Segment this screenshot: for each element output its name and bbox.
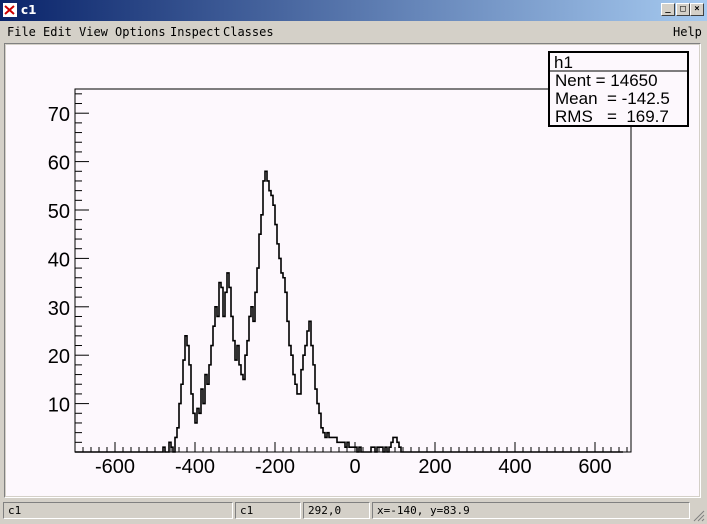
stats-box[interactable]: h1 Nent = 14650 Mean = -142.5 RMS = 169.… [548, 51, 689, 127]
status-canvas: c1 [235, 502, 301, 519]
histogram-plot: -600 -400 -200 0 200 400 600 10 20 30 40 50 60 70 h1… [48, 51, 689, 478]
histogram-line [75, 170, 623, 453]
x-tick-label: -600 [95, 456, 135, 478]
y-axis: 10 20 30 40 50 60 70 [48, 93, 89, 443]
x-tick-label: 0 [349, 456, 360, 478]
x-tick-label: -400 [175, 456, 215, 478]
stats-entries: Nent = 14650 [555, 71, 658, 90]
y-tick-label: 50 [48, 201, 70, 223]
status-bar: c1 c1 292,0 x=-140, y=83.9 [0, 499, 707, 524]
x-tick-label: 600 [578, 456, 611, 478]
x-tick-label: -200 [255, 456, 295, 478]
y-tick-label: 20 [48, 346, 70, 368]
y-tick-label: 30 [48, 298, 70, 320]
status-object: c1 [3, 502, 233, 519]
y-tick-label: 40 [48, 249, 70, 271]
status-coords: x=-140, y=83.9 [372, 502, 690, 519]
stats-name: h1 [554, 53, 573, 72]
status-pixel: 292,0 [303, 502, 370, 519]
resize-grip-icon[interactable] [693, 510, 705, 522]
y-tick-label: 70 [48, 104, 70, 126]
stats-mean: Mean = -142.5 [555, 89, 670, 108]
y-tick-label: 60 [48, 153, 70, 175]
x-tick-label: 200 [418, 456, 451, 478]
y-tick-label: 10 [48, 395, 70, 417]
plot-frame [74, 88, 632, 453]
stats-rms: RMS = 169.7 [555, 107, 669, 126]
x-tick-label: 400 [498, 456, 531, 478]
